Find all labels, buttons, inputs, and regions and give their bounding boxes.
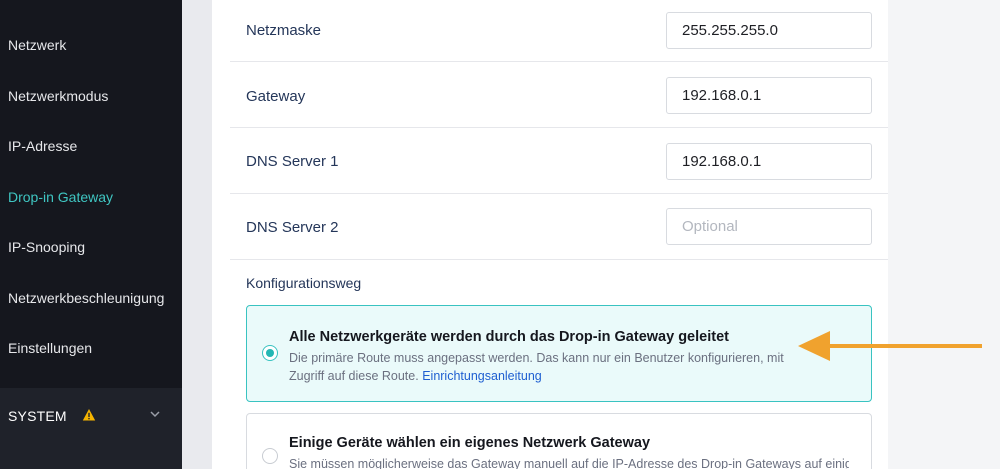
radio-unselected[interactable] <box>262 448 278 464</box>
form-row-gateway: Gateway <box>230 62 898 128</box>
sidebar-section-system[interactable]: SYSTEM <box>0 388 182 469</box>
setup-guide-link[interactable]: Einrichtungsanleitung <box>422 369 542 383</box>
dns-server-2-label: DNS Server 2 <box>246 219 339 236</box>
sidebar-item-netzwerkbeschleunigung[interactable]: Netzwerkbeschleunigung <box>8 290 164 306</box>
konfigurationsweg-label: Konfigurationsweg <box>246 275 362 291</box>
sidebar-item-ip-adresse[interactable]: IP-Adresse <box>8 138 77 154</box>
sidebar: Netzwerk Netzwerkmodus IP-Adresse Drop-i… <box>0 0 182 469</box>
form-row-dns-server-1: DNS Server 1 <box>230 128 898 194</box>
dns-server-1-label: DNS Server 1 <box>246 153 339 170</box>
content-divider <box>182 0 212 469</box>
netzmaske-input[interactable] <box>666 12 872 49</box>
form-row-netzmaske: Netzmaske <box>230 0 898 62</box>
form-row-dns-server-2: DNS Server 2 <box>230 194 898 260</box>
option-all-devices-via-gateway[interactable]: Alle Netzwerkgeräte werden durch das Dro… <box>246 305 872 402</box>
sidebar-item-netzwerk[interactable]: Netzwerk <box>8 37 66 53</box>
option-description: Die primäre Route muss angepasst werden.… <box>289 349 809 385</box>
page-background <box>888 0 1000 469</box>
option-title: Alle Netzwerkgeräte werden durch das Dro… <box>289 329 729 345</box>
option-some-devices-own-gateway[interactable]: Einige Geräte wählen ein eigenes Netzwer… <box>246 413 872 469</box>
dns-server-2-input[interactable] <box>666 208 872 245</box>
option-description: Sie müssen möglicherweise das Gateway ma… <box>289 457 849 469</box>
arrow-left-icon <box>798 331 982 361</box>
gateway-label: Gateway <box>246 88 306 105</box>
system-label: SYSTEM <box>8 408 67 424</box>
gateway-input[interactable] <box>666 77 872 114</box>
sidebar-item-netzwerkmodus[interactable]: Netzwerkmodus <box>8 88 108 104</box>
warning-icon <box>82 409 96 421</box>
sidebar-item-einstellungen[interactable]: Einstellungen <box>8 340 92 356</box>
sidebar-item-ip-snooping[interactable]: IP-Snooping <box>8 239 85 255</box>
chevron-down-icon[interactable] <box>148 407 162 421</box>
netzmaske-label: Netzmaske <box>246 22 322 39</box>
radio-selected[interactable] <box>262 345 278 361</box>
dns-server-1-input[interactable] <box>666 143 872 180</box>
sidebar-item-drop-in-gateway[interactable]: Drop-in Gateway <box>8 189 113 205</box>
option-title: Einige Geräte wählen ein eigenes Netzwer… <box>289 435 651 451</box>
